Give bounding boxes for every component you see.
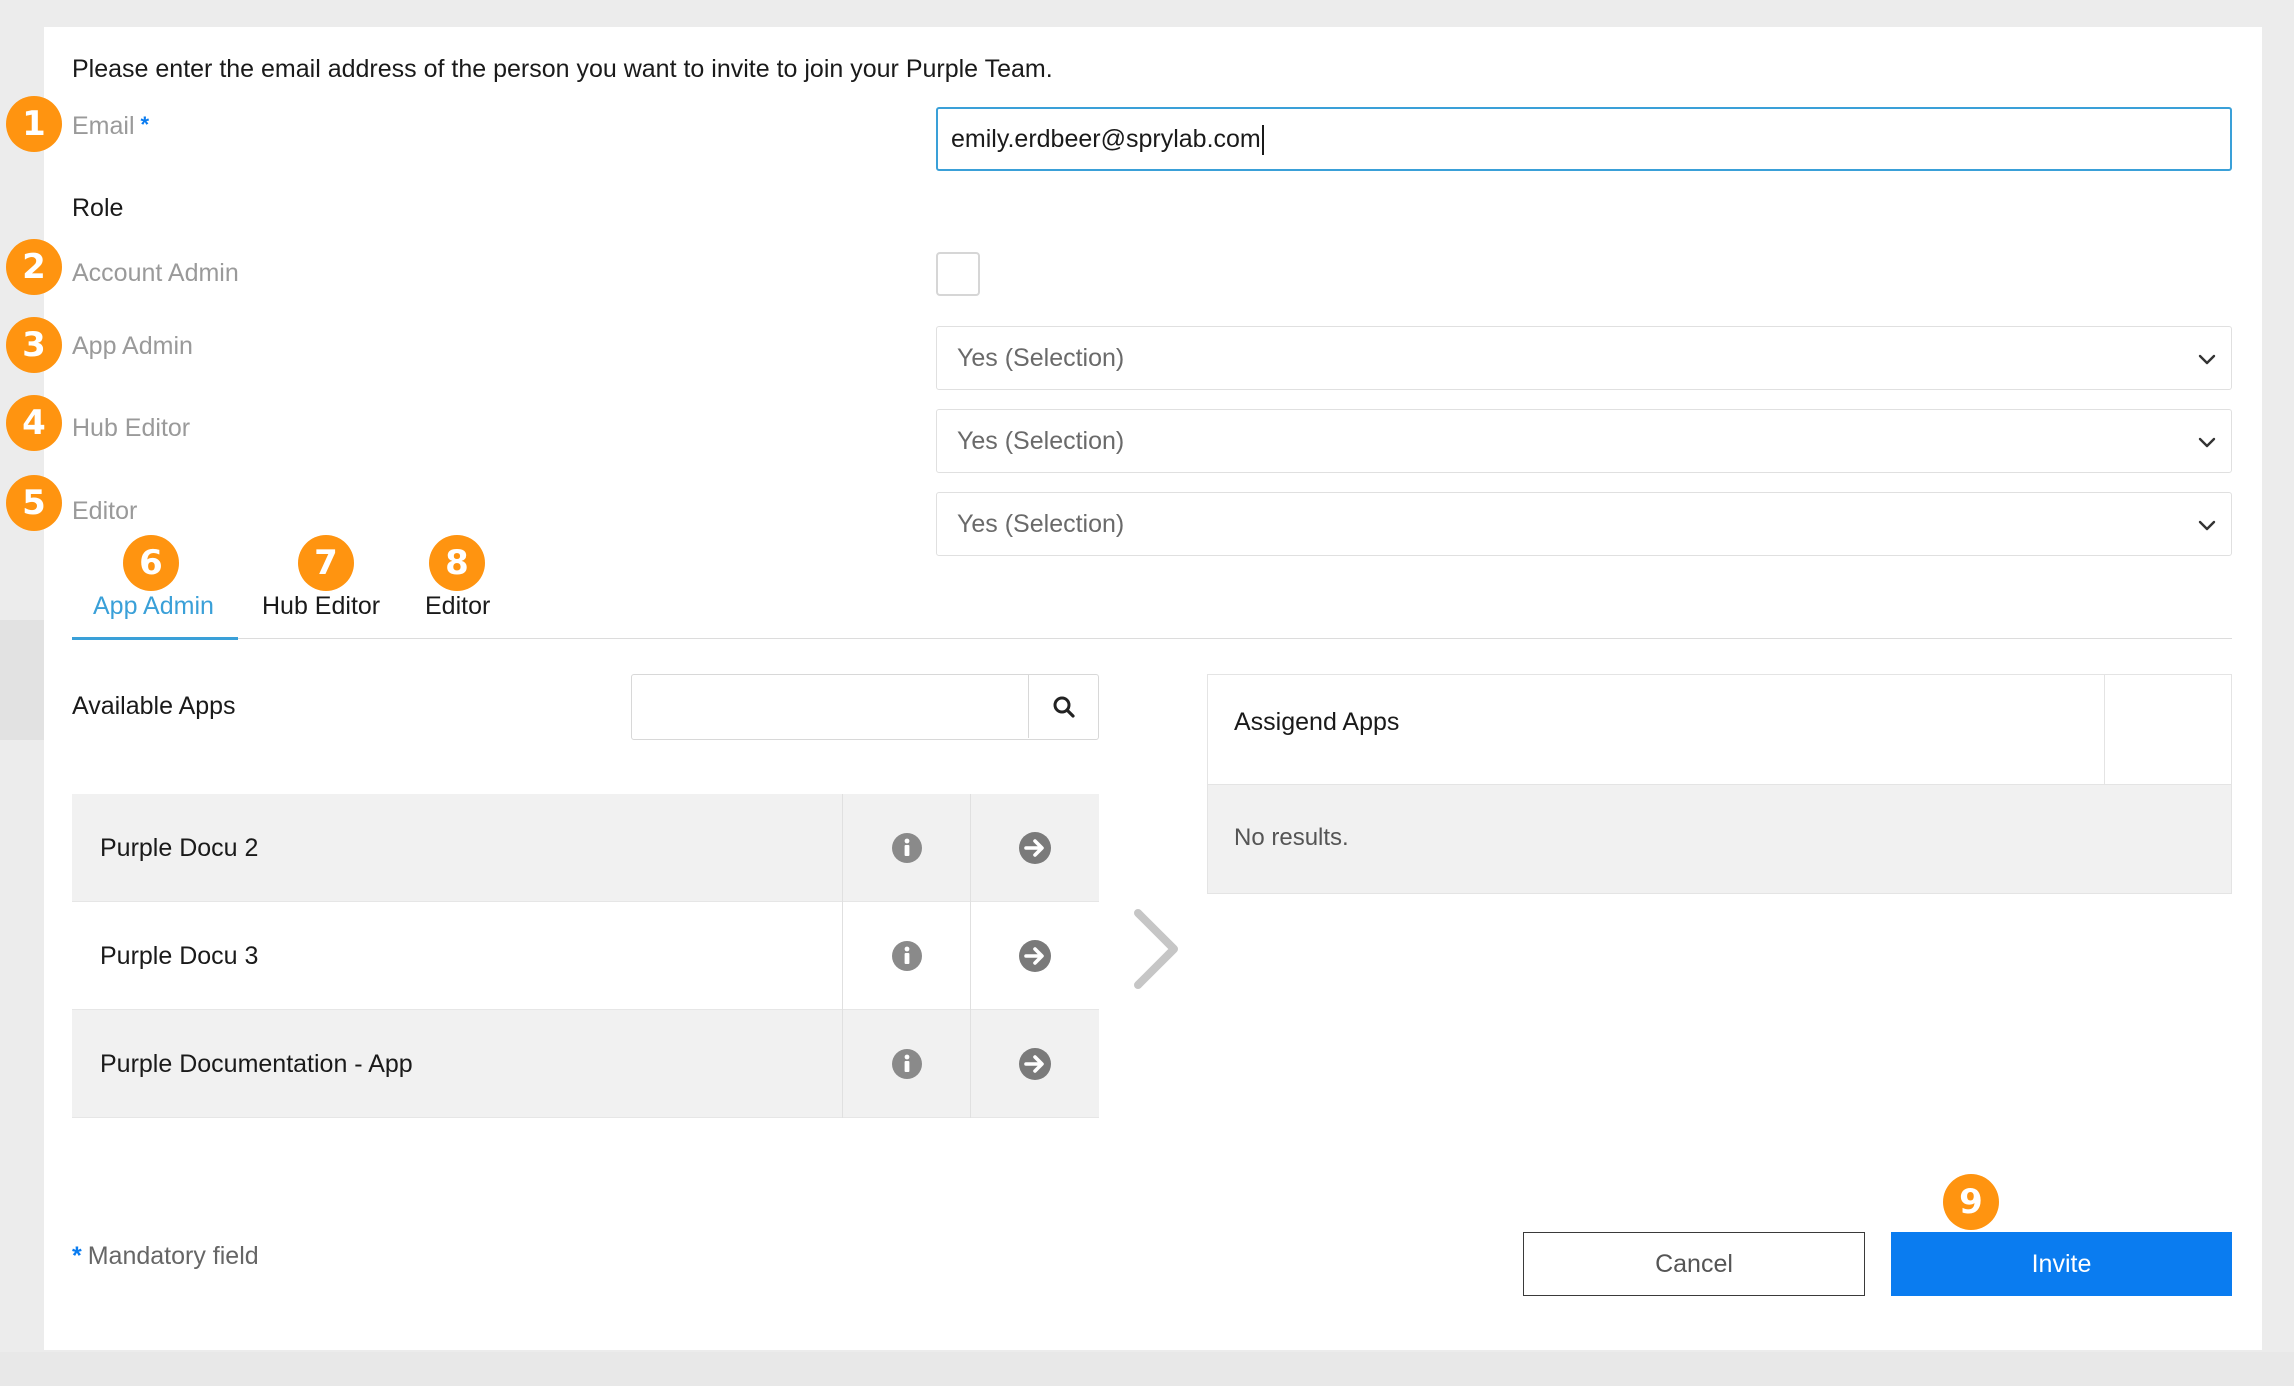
- search-icon: [1053, 696, 1075, 718]
- text-caret: [1261, 125, 1264, 156]
- callout-badge: 4: [6, 395, 62, 451]
- table-row: Purple Docu 2: [72, 794, 1099, 902]
- editor-label: Editor: [72, 497, 138, 525]
- callout-badge: 2: [6, 239, 62, 295]
- callout-badge: 6: [123, 535, 179, 591]
- hub-editor-label: Hub Editor: [72, 414, 191, 442]
- hub-editor-select[interactable]: Yes (Selection): [936, 409, 2232, 473]
- tab-divider: [72, 638, 2232, 639]
- invite-dialog: Please enter the email address of the pe…: [6, 27, 2262, 1350]
- info-icon: [891, 833, 922, 863]
- editor-selected-value: Yes (Selection): [957, 510, 1125, 538]
- arrow-right-circle-icon: [1019, 832, 1051, 864]
- assigned-apps-body: No results.: [1208, 785, 2231, 893]
- chevron-right-icon: [1134, 909, 1178, 989]
- email-field[interactable]: emily.erdbeer@sprylab.com: [936, 107, 2232, 171]
- assigned-apps-panel: Assigend Apps No results.: [1207, 674, 2232, 894]
- callout-badge: 7: [298, 535, 354, 591]
- cancel-button[interactable]: Cancel: [1523, 1232, 1865, 1296]
- tab-app-admin[interactable]: App Admin: [93, 592, 214, 621]
- callout-badge: 5: [6, 475, 62, 531]
- app-admin-select[interactable]: Yes (Selection): [936, 326, 2232, 390]
- assign-cell[interactable]: [970, 1010, 1099, 1118]
- app-admin-selected-value: Yes (Selection): [957, 344, 1125, 372]
- mandatory-note: * Mandatory field: [72, 1242, 259, 1271]
- info-icon: [891, 941, 922, 971]
- editor-select[interactable]: Yes (Selection): [936, 492, 2232, 556]
- mandatory-text: Mandatory field: [87, 1242, 259, 1270]
- background-strip: [0, 620, 44, 740]
- available-apps-heading: Available Apps: [72, 692, 236, 720]
- chevron-down-icon: [2198, 520, 2216, 531]
- email-label-text: Email: [72, 112, 135, 140]
- tab-editor[interactable]: Editor: [425, 592, 490, 621]
- search-button[interactable]: [1028, 675, 1098, 738]
- info-icon: [891, 1049, 922, 1079]
- arrow-right-circle-icon: [1019, 940, 1051, 972]
- callout-badge: 9: [1943, 1174, 1999, 1230]
- chevron-down-icon: [2198, 437, 2216, 448]
- no-results-text: No results.: [1234, 824, 1349, 851]
- app-name: Purple Documentation - App: [100, 1050, 413, 1078]
- callout-badge: 3: [6, 317, 62, 373]
- chevron-down-icon: [2198, 354, 2216, 365]
- assigned-apps-heading: Assigend Apps: [1234, 708, 1400, 736]
- intro-text: Please enter the email address of the pe…: [72, 55, 1053, 83]
- table-row: Purple Documentation - App: [72, 1010, 1099, 1118]
- assign-cell[interactable]: [970, 794, 1099, 902]
- callout-badge: 1: [6, 96, 62, 152]
- mandatory-star: *: [72, 1242, 82, 1270]
- app-name: Purple Docu 3: [100, 942, 259, 970]
- arrow-right-circle-icon: [1019, 1048, 1051, 1080]
- info-cell[interactable]: [842, 902, 970, 1010]
- callout-badge: 8: [429, 535, 485, 591]
- active-tab-indicator: [72, 637, 238, 640]
- account-admin-label: Account Admin: [72, 259, 239, 287]
- email-label: Email *: [72, 112, 149, 141]
- app-admin-label: App Admin: [72, 332, 193, 360]
- tab-hub-editor[interactable]: Hub Editor: [262, 592, 380, 621]
- required-star: *: [140, 112, 150, 137]
- assigned-apps-header: Assigend Apps: [1208, 675, 2231, 785]
- page-footer-bar: [0, 1352, 2294, 1386]
- table-row: Purple Docu 3: [72, 902, 1099, 1010]
- email-value: emily.erdbeer@sprylab.com: [951, 125, 1261, 153]
- info-cell[interactable]: [842, 1010, 970, 1118]
- role-heading: Role: [72, 194, 124, 222]
- assign-cell[interactable]: [970, 902, 1099, 1010]
- hub-editor-selected-value: Yes (Selection): [957, 427, 1125, 455]
- header-divider: [2104, 675, 2105, 785]
- apps-search-input[interactable]: [631, 674, 1099, 740]
- app-name: Purple Docu 2: [100, 834, 259, 862]
- info-cell[interactable]: [842, 794, 970, 902]
- available-apps-list: Purple Docu 2 Purple Docu 3 Purple Docum…: [72, 794, 1099, 1118]
- invite-button[interactable]: Invite: [1891, 1232, 2232, 1296]
- account-admin-checkbox[interactable]: [936, 252, 980, 296]
